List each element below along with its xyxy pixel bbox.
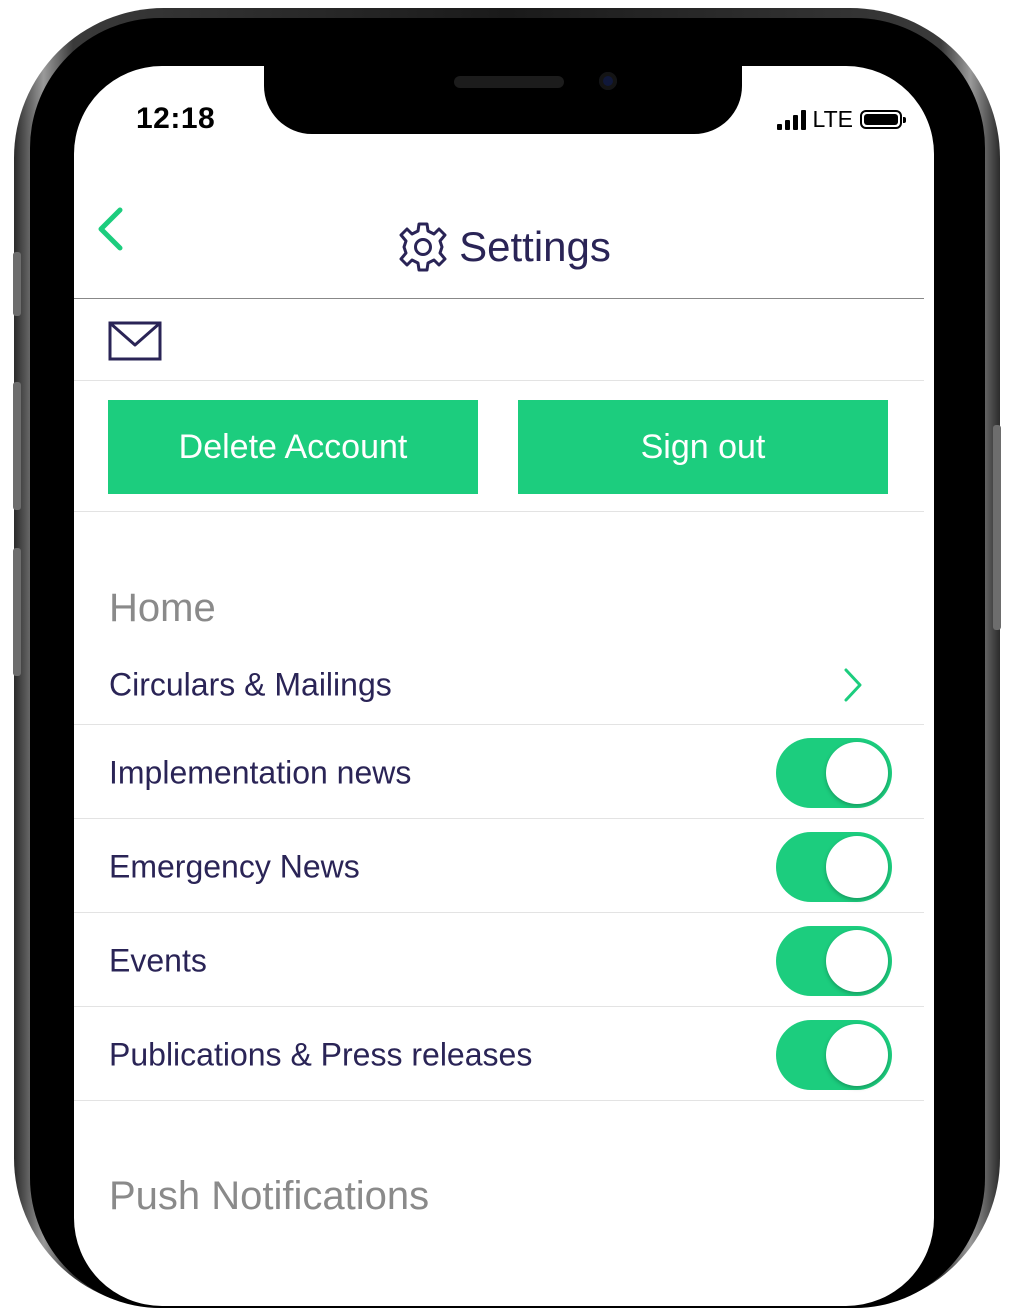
list-item-events: Events <box>74 914 924 1008</box>
status-time: 12:18 <box>136 102 216 135</box>
toggle-knob <box>826 742 888 804</box>
chevron-right-icon <box>844 668 862 702</box>
phone-screen: 12:18 LTE Settings Delete Account Sign o… <box>74 66 934 1306</box>
divider <box>74 511 924 512</box>
divider <box>74 818 924 819</box>
status-indicators: LTE <box>776 106 906 133</box>
power-button <box>993 425 1001 630</box>
list-item-circulars[interactable]: Circulars & Mailings <box>74 638 924 732</box>
toggle-knob <box>826 930 888 992</box>
battery-icon <box>860 110 906 129</box>
list-item-label: Emergency News <box>109 848 360 885</box>
signal-icon <box>776 109 806 130</box>
page-title: Settings <box>459 223 611 270</box>
volume-down-button <box>13 548 21 676</box>
divider <box>74 380 924 381</box>
list-item-publications: Publications & Press releases <box>74 1008 924 1102</box>
notch <box>264 66 742 134</box>
envelope-icon <box>108 321 162 361</box>
section-heading-home: Home <box>109 586 216 630</box>
divider <box>74 1100 924 1101</box>
nav-title: Settings <box>74 221 934 273</box>
publications-toggle[interactable] <box>776 1020 892 1090</box>
divider <box>74 1006 924 1007</box>
silent-switch <box>13 252 21 316</box>
list-item-label: Publications & Press releases <box>109 1036 533 1073</box>
delete-account-button[interactable]: Delete Account <box>108 400 478 494</box>
front-camera <box>599 72 617 90</box>
divider <box>74 724 924 725</box>
section-heading-push-notifications: Push Notifications <box>109 1174 430 1218</box>
email-row <box>108 321 162 366</box>
list-item-implementation-news: Implementation news <box>74 726 924 820</box>
list-item-label: Implementation news <box>109 754 412 791</box>
list-item-label: Circulars & Mailings <box>109 666 392 703</box>
divider <box>74 912 924 913</box>
gear-icon <box>399 222 447 272</box>
sign-out-button[interactable]: Sign out <box>518 400 888 494</box>
volume-up-button <box>13 382 21 510</box>
nav-divider <box>74 298 924 299</box>
list-item-label: Events <box>109 942 207 979</box>
speaker <box>454 76 564 88</box>
toggle-knob <box>826 836 888 898</box>
emergency-news-toggle[interactable] <box>776 832 892 902</box>
implementation-news-toggle[interactable] <box>776 738 892 808</box>
events-toggle[interactable] <box>776 926 892 996</box>
list-item-emergency-news: Emergency News <box>74 820 924 914</box>
toggle-knob <box>826 1024 888 1086</box>
network-label: LTE <box>812 106 853 132</box>
